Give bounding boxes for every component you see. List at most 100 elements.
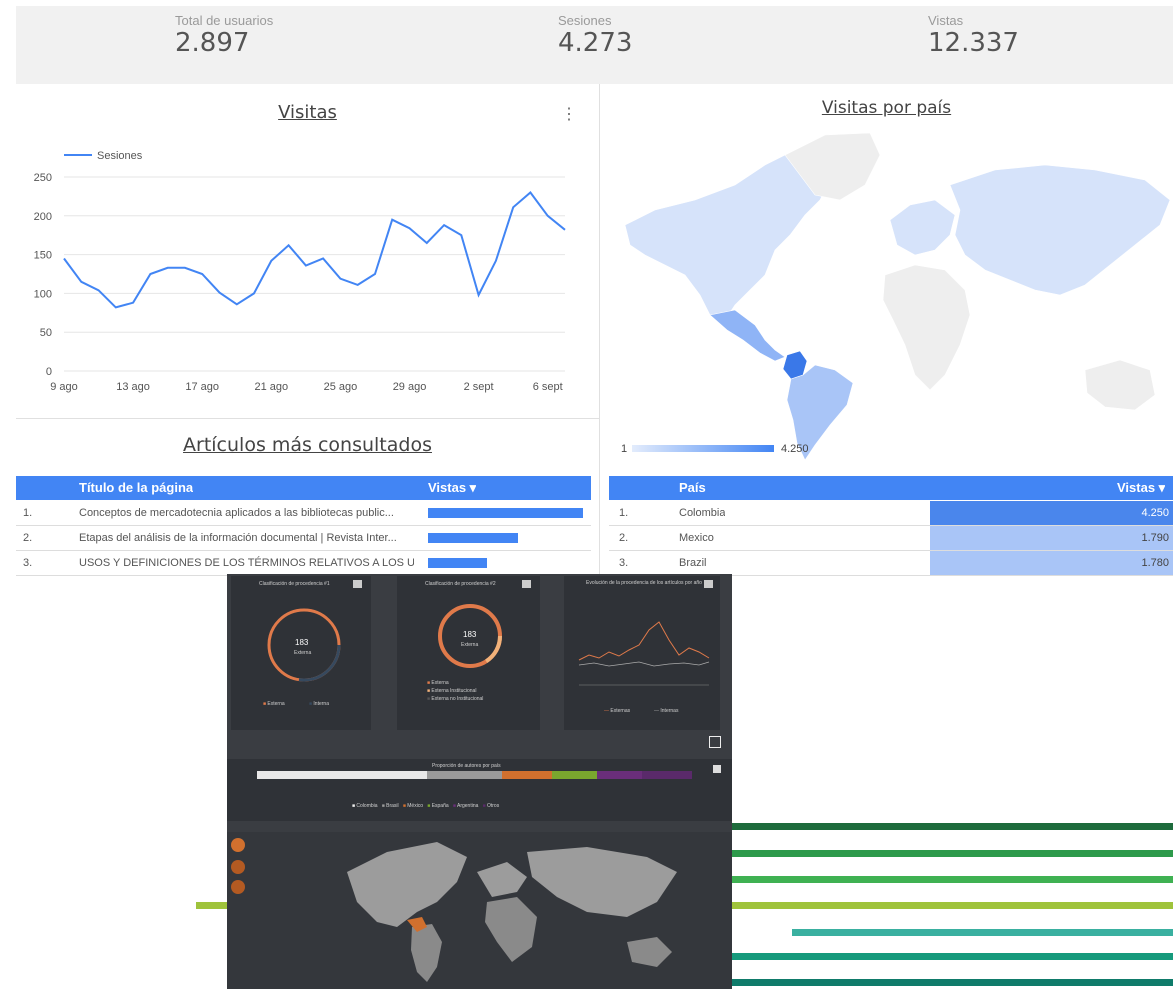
grid-icon[interactable] [709,736,721,748]
decorative-stripe [732,850,1173,857]
row-views: 1.790 [1141,532,1169,544]
legend-label: Colombia [356,803,378,809]
legend-label: Interna [313,701,329,707]
visitas-title: Visitas [278,102,337,123]
more-vert-icon[interactable]: ⋮ [561,104,577,124]
row-country[interactable]: Colombia [679,501,725,525]
proportion-segment-colombia [257,771,427,779]
proportion-segment-mexico [502,771,552,779]
legend-label: Externa Institucional [431,688,477,694]
legend-label: Brasil [386,803,399,809]
row-country[interactable]: Brazil [679,551,707,575]
column-header-views-sort[interactable]: Vistas ▾ [1117,476,1165,500]
series-line-sesiones [63,191,566,309]
table-row[interactable]: 1. Conceptos de mercadotecnia aplicados a… [16,501,591,526]
row-views-bar [428,533,518,543]
trend-line-chart [578,621,710,686]
card-title: Clasificación de procedencia #2 [425,581,496,587]
donut-label: Externa [294,650,312,656]
table-row[interactable]: 3. USOS Y DEFINICIONES DE LOS TÉRMINOS RE… [16,551,591,576]
countries-table-header: País Vistas ▾ [609,476,1173,500]
home-icon[interactable] [231,838,245,852]
articles-table-header: Título de la página Vistas ▾ [16,476,591,500]
row-page-title[interactable]: USOS Y DEFINICIONES DE LOS TÉRMINOS RELA… [79,551,414,575]
donut-value: 183 [463,630,477,639]
decorative-stripe [732,979,1173,986]
y-tick-label: 50 [40,327,52,339]
card-title: Evolución de la procedencia de los artíc… [586,580,702,586]
row-country[interactable]: Mexico [679,526,714,550]
legend-item: ■ Externa Institucional [427,688,477,694]
zoom-out-icon[interactable] [231,880,245,894]
legend-item: ■ Interna [309,701,329,707]
decorative-stripe [792,929,1173,936]
x-tick-label: 13 ago [116,381,150,393]
panel-divider [16,418,599,419]
legend-label: Argentina [456,803,479,809]
row-rank: 3. [23,557,33,569]
trend-card: Evolución de la procedencia de los artíc… [564,576,720,730]
column-header-country[interactable]: País [679,476,706,500]
row-heat-cell [930,526,1173,550]
legend-label: España [431,803,449,809]
kpi-value: 12.337 [928,28,1019,58]
proportion-segment-brasil [427,771,502,779]
articles-title: Artículos más consultados [183,434,432,456]
row-rank: 3. [619,557,629,569]
proportion-title: Proporción de autores por país [432,763,501,769]
dark-dashboard-screenshot: Clasificación de procedencia #1 183 Exte… [227,574,732,989]
x-tick-label: 25 ago [324,381,358,393]
visitas-line-chart: 0 50 100 150 200 250 9 ago 13 ago 17 ago 21 ago 2… [34,150,566,393]
kpi-total-users: Total de usuarios 2.897 [175,13,273,58]
table-row[interactable]: 2. Etapas del análisis de la información … [16,526,591,551]
map-color-scale [632,445,774,452]
legend-label: Externa [431,680,449,686]
table-row[interactable]: 1. Colombia 4.250 [609,501,1173,526]
x-tick-label: 6 sept [533,381,563,393]
row-heat-cell [930,501,1173,525]
kpi-value: 2.897 [175,28,250,58]
table-row[interactable]: 2. Mexico 1.790 [609,526,1173,551]
row-views: 1.780 [1141,557,1169,569]
column-header-views-sort[interactable]: Vistas ▾ [428,476,476,500]
card-title: Clasificación de procedencia #1 [259,581,330,587]
dark-map-shapes [347,842,677,982]
kpi-sessions: Sesiones 4.273 [558,13,632,58]
row-page-title[interactable]: Etapas del análisis de la información do… [79,526,414,550]
y-tick-label: 100 [34,288,52,300]
legend-item: — Internas [654,708,679,714]
donut-card-1: Clasificación de procedencia #1 183 Exte… [231,576,371,730]
kpi-label: Vistas [928,13,964,28]
zoom-in-icon[interactable] [231,860,245,874]
expand-icon[interactable] [713,765,721,773]
kpi-label: Sesiones [558,13,612,28]
calendar-icon[interactable] [353,580,362,588]
legend-label: Otros [486,803,500,809]
calendar-icon[interactable] [522,580,531,588]
proportion-section: Proporción de autores por país ■ Colombi… [227,759,732,821]
scale-min-label: 1 [621,443,628,455]
legend-label: Externa [267,701,285,707]
proportion-segment-argentina [597,771,642,779]
map-title: Visitas por país [821,98,952,118]
row-views-bar [428,508,583,518]
donut-value: 183 [295,638,309,647]
map-region-africa [882,264,971,391]
x-tick-label: 9 ago [50,381,78,393]
legend-label: México [407,803,424,809]
dark-world-map[interactable] [227,832,732,989]
y-tick-label: 0 [46,366,52,378]
legend-item: ■ Externa [263,701,285,707]
row-rank: 2. [619,532,629,544]
world-choropleth-map[interactable] [615,125,1173,465]
decorative-stripe [732,876,1173,883]
row-page-title[interactable]: Conceptos de mercadotecnia aplicados a l… [79,501,414,525]
calendar-icon[interactable] [704,580,713,588]
map-region-asia [949,164,1171,296]
row-rank: 1. [619,507,629,519]
legend-label: Externas [610,708,631,714]
column-header-page-title[interactable]: Título de la página [79,476,193,500]
table-row[interactable]: 3. Brazil 1.780 [609,551,1173,576]
x-tick-label: 2 sept [464,381,494,393]
map-region-europe [889,199,956,256]
